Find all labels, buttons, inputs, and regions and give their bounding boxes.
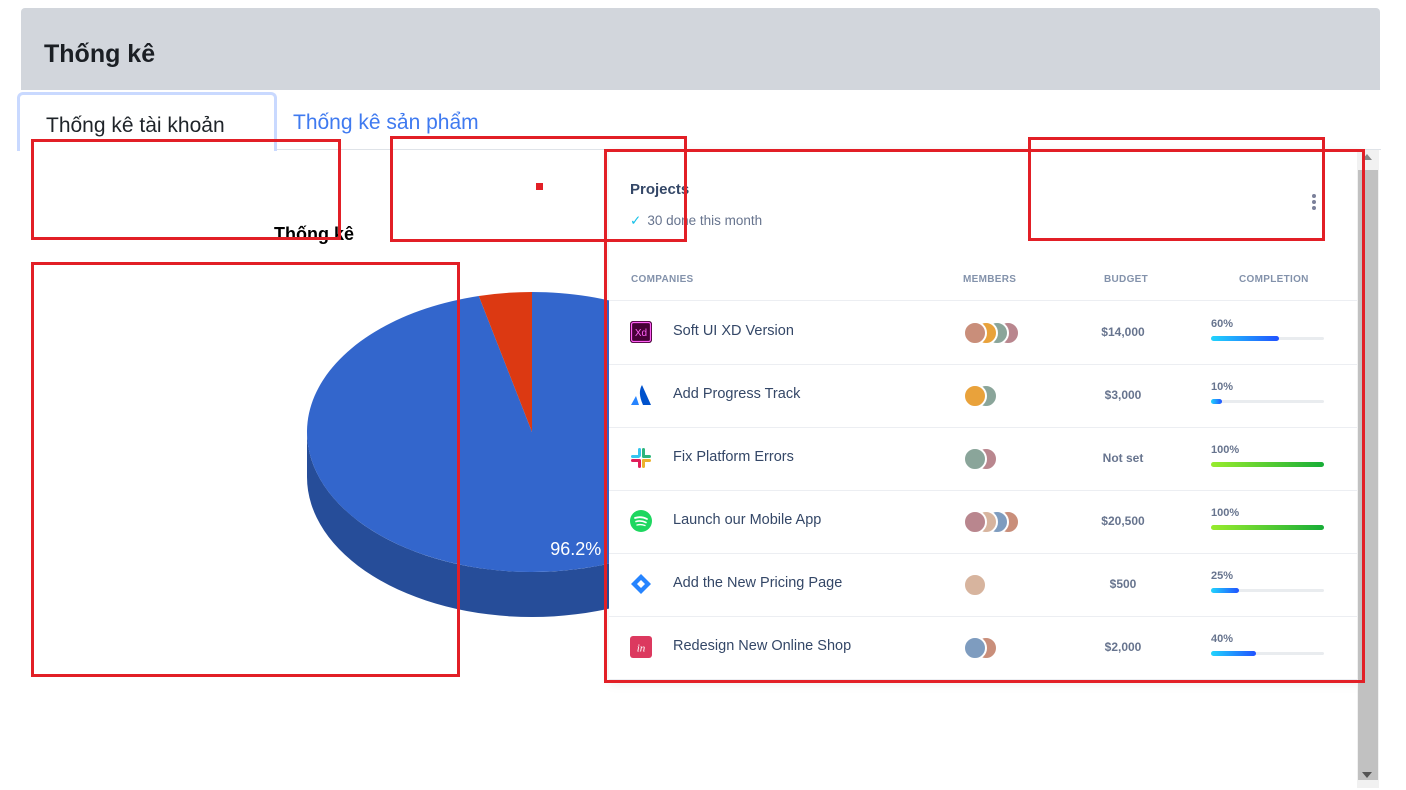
budget-value: $20,500: [1101, 514, 1145, 528]
project-name: Soft UI XD Version: [673, 323, 794, 339]
completion-percent: 10%: [1211, 381, 1234, 393]
projects-card: Projects ✓ 30 done this month COMPANIES M…: [609, 150, 1364, 682]
scroll-up-arrow-icon[interactable]: [1362, 154, 1372, 160]
completion-percent: 60%: [1211, 318, 1234, 330]
table-row[interactable]: Launch our Mobile App $20,500 100%: [609, 490, 1364, 554]
spotify-icon: [630, 510, 652, 532]
tab-account-stats[interactable]: Thống kê tài khoản: [17, 92, 277, 151]
table-row[interactable]: Xd Soft UI XD Version $14,000 60%: [609, 301, 1364, 365]
completion-percent: 25%: [1211, 570, 1234, 582]
scrollbar[interactable]: [1357, 150, 1379, 788]
column-members: MEMBERS: [963, 274, 1017, 285]
adobe-xd-icon: Xd: [630, 321, 652, 343]
chart-title: Thống kê: [274, 224, 354, 244]
progress-bar-fill: [1211, 651, 1257, 656]
table-row[interactable]: Fix Platform Errors Not set 100%: [609, 427, 1364, 491]
invision-icon: in: [630, 636, 652, 658]
table-row[interactable]: in Redesign New Online Shop $2,000 40%: [609, 616, 1364, 680]
progress-bar: [1211, 525, 1324, 530]
progress-bar-fill: [1211, 462, 1324, 467]
svg-text:in: in: [637, 643, 646, 655]
progress-bar: [1211, 651, 1324, 656]
pie-data-label: 96.2%: [550, 539, 601, 559]
svg-text:Xd: Xd: [635, 328, 647, 339]
project-name: Add the New Pricing Page: [673, 575, 843, 591]
avatar[interactable]: [963, 447, 987, 471]
progress-bar-fill: [1211, 399, 1223, 404]
avatar[interactable]: [963, 384, 987, 408]
progress-bar: [1211, 588, 1324, 593]
table-row[interactable]: Add Progress Track $3,000 10%: [609, 364, 1364, 428]
budget-value: $500: [1109, 577, 1137, 591]
atlassian-icon: [630, 384, 652, 406]
progress-bar: [1211, 399, 1324, 404]
progress-bar: [1211, 462, 1324, 467]
scrollbar-thumb[interactable]: [1358, 170, 1378, 780]
completion-percent: 100%: [1211, 507, 1240, 519]
card-header: Thống kê: [21, 8, 1380, 90]
projects-subtitle: ✓ 30 done this month: [630, 213, 762, 229]
tab-bar: Thống kê tài khoản Thống kê sản phẩm: [17, 92, 1381, 151]
jira-icon: [630, 573, 652, 595]
progress-bar-fill: [1211, 336, 1279, 341]
project-name: Add Progress Track: [673, 386, 801, 402]
budget-value: Not set: [1102, 451, 1144, 465]
completion-percent: 100%: [1211, 444, 1240, 456]
progress-bar-fill: [1211, 525, 1324, 530]
avatar[interactable]: [963, 636, 987, 660]
column-completion: COMPLETION: [1239, 274, 1309, 285]
page-title: Thống kê: [44, 40, 156, 68]
avatar[interactable]: [963, 510, 987, 534]
scroll-down-arrow-icon[interactable]: [1362, 772, 1372, 778]
pie-chart: 96.2%: [307, 292, 610, 617]
column-companies: COMPANIES: [631, 274, 694, 285]
slack-icon: [630, 447, 652, 469]
column-budget: BUDGET: [1104, 274, 1149, 285]
table-header: COMPANIES MEMBERS BUDGET COMPLETION: [609, 264, 1364, 301]
avatar[interactable]: [963, 573, 987, 597]
project-name: Fix Platform Errors: [673, 449, 794, 465]
budget-value: $2,000: [1104, 640, 1142, 654]
table-row[interactable]: Add the New Pricing Page $500 25%: [609, 553, 1364, 617]
project-name: Launch our Mobile App: [673, 512, 822, 528]
annotation-dot: [536, 183, 543, 190]
budget-value: $14,000: [1101, 325, 1145, 339]
avatar[interactable]: [963, 321, 987, 345]
completion-percent: 40%: [1211, 633, 1234, 645]
progress-bar: [1211, 336, 1324, 341]
tab-product-stats[interactable]: Thống kê sản phẩm: [267, 92, 505, 148]
more-options-icon[interactable]: [1309, 194, 1319, 214]
progress-bar-fill: [1211, 588, 1240, 593]
project-name: Redesign New Online Shop: [673, 638, 852, 654]
projects-title: Projects: [630, 181, 690, 198]
budget-value: $3,000: [1104, 388, 1142, 402]
projects-subtitle-text: 30 done this month: [647, 213, 763, 228]
check-icon: ✓: [630, 213, 642, 228]
